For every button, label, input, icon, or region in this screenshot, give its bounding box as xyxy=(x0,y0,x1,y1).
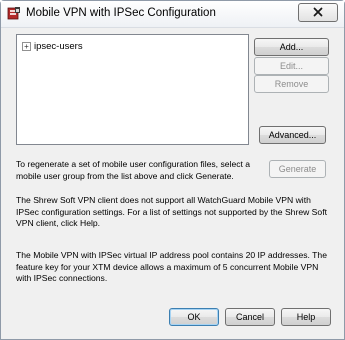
app-icon xyxy=(7,6,21,20)
ip-pool-info: The Mobile VPN with IPSec virtual IP add… xyxy=(16,250,327,283)
remove-button[interactable]: Remove xyxy=(254,75,329,93)
dialog-window: Mobile VPN with IPSec Configuration + ip… xyxy=(0,0,345,340)
shrew-soft-notice: The Shrew Soft VPN client does not suppo… xyxy=(16,195,327,228)
edit-button[interactable]: Edit... xyxy=(254,57,329,75)
generate-button[interactable]: Generate xyxy=(269,160,326,178)
help-button[interactable]: Help xyxy=(281,308,331,326)
tree-item-ipsec-users[interactable]: + ipsec-users xyxy=(22,40,83,52)
advanced-button[interactable]: Advanced... xyxy=(259,126,326,144)
close-icon xyxy=(313,7,323,19)
cancel-button[interactable]: Cancel xyxy=(225,308,275,326)
window-title: Mobile VPN with IPSec Configuration xyxy=(26,7,216,19)
ok-button[interactable]: OK xyxy=(169,308,219,326)
user-group-tree[interactable]: + ipsec-users xyxy=(16,34,249,145)
title-bar[interactable]: Mobile VPN with IPSec Configuration xyxy=(1,1,344,28)
add-button[interactable]: Add... xyxy=(254,38,329,56)
regenerate-instructions: To regenerate a set of mobile user confi… xyxy=(16,159,251,181)
close-button[interactable] xyxy=(298,3,338,22)
dialog-body: + ipsec-users Add... Edit... Remove Adva… xyxy=(4,29,341,337)
plus-expander-icon[interactable]: + xyxy=(22,41,31,51)
tree-item-label[interactable]: ipsec-users xyxy=(34,41,83,52)
